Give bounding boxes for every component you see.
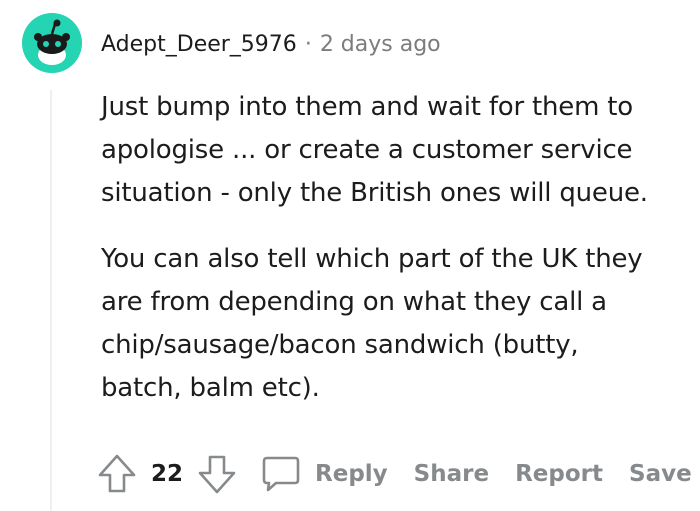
- comment-meta: Adept_Deer_5976 · 2 days ago: [101, 28, 441, 60]
- comment-paragraph: You can also tell which part of the UK t…: [101, 244, 643, 403]
- save-button[interactable]: Save: [629, 461, 692, 487]
- meta-separator: ·: [304, 31, 312, 57]
- timestamp-link[interactable]: 2 days ago: [320, 32, 441, 57]
- report-button[interactable]: Report: [515, 461, 603, 487]
- vote-count: 22: [151, 461, 184, 487]
- comment-action-bar: 22 Reply Share Report Save: [97, 451, 692, 497]
- snoo-avatar-icon: [34, 19, 70, 65]
- arrow-up-icon: [98, 454, 136, 493]
- speech-bubble-icon: [262, 456, 300, 492]
- share-button[interactable]: Share: [414, 461, 489, 487]
- comment-paragraph: Just bump into them and wait for them to…: [101, 92, 648, 208]
- username-link[interactable]: Adept_Deer_5976: [101, 32, 297, 57]
- thread-line[interactable]: [50, 90, 52, 511]
- upvote-button[interactable]: [97, 453, 137, 495]
- comment-body: Just bump into them and wait for them to…: [101, 86, 700, 410]
- reply-button[interactable]: Reply: [261, 454, 388, 494]
- arrow-down-icon: [198, 455, 236, 494]
- reply-label: Reply: [315, 461, 388, 487]
- avatar[interactable]: [22, 13, 82, 73]
- downvote-button[interactable]: [197, 453, 237, 495]
